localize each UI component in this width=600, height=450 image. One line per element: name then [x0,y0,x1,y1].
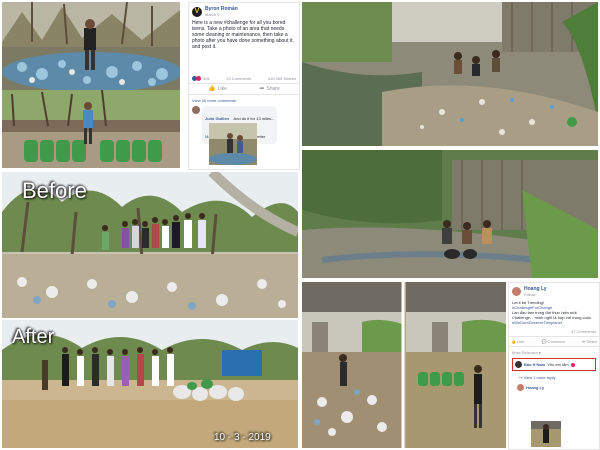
love-reaction-icon [570,362,575,367]
post-photo[interactable] [192,60,296,74]
reactions-count[interactable]: 306 [203,76,210,81]
view-replies-link[interactable]: ↪ View 1 more reply [509,373,599,382]
after-label: After [12,326,55,348]
comment-label: Comment [547,339,565,344]
comment-button[interactable]: 💬 Comment [541,339,564,344]
follow-link[interactable]: Follow [524,292,547,297]
avatar[interactable] [512,287,521,296]
highlighted-comment[interactable]: Bảo K'Nam Yêu em lắm [512,358,596,371]
facebook-post-byron: V Byron Román March 5 Here is a new #cha… [188,2,300,170]
post-body: Here is a new #challenge for all you bor… [192,20,294,50]
trash-field-photo [2,2,180,168]
commenter-name[interactable]: Julio Guillen [205,116,229,121]
share-label: Share [266,86,280,92]
bridge-cleanup-photo [302,282,506,448]
shares-count[interactable]: 310,469 Shares [268,76,296,81]
reply-author[interactable]: Hoang Ly [526,385,544,390]
after-photo-tile: After 10 - 3 - 2019 [2,320,298,448]
thumbs-up-icon: 👍 [511,339,516,344]
comment-photo[interactable] [209,123,257,165]
reply-avatar[interactable] [517,384,524,391]
comment-text: Yêu em lắm [547,362,569,367]
commenter-name[interactable]: Bảo K'Nam [524,362,545,367]
share-arrow-icon: ➦ [581,339,586,344]
post-timestamp[interactable]: March 5 [205,12,238,17]
top-right-photo [302,2,598,146]
post-body: Lần đầu làm trong đời thực hiện một Chal… [512,310,592,320]
commenter-avatar[interactable] [515,361,522,368]
like-button[interactable]: 👍 Like [208,86,227,92]
most-relevant-label: Most Relevant [512,350,538,355]
top-left-photos [2,2,180,168]
comment-text: And do it for 13 miles... [233,116,275,121]
avatar[interactable]: V [192,6,202,17]
date-stamp: 10 - 3 - 2019 [214,432,271,443]
share-button[interactable]: ➦ Share [582,339,597,344]
speech-bubble-icon: 💬 [541,339,547,344]
view-replies-label: View 1 more reply [523,375,556,380]
facebook-post-hoang: Hoang Ly Follow Let it be Trending! #Cha… [508,282,600,450]
under-bridge-photos [302,282,506,448]
like-label: Like [516,339,525,344]
share-button[interactable]: ➦ Share [259,86,279,92]
post-intro: Let it be Trending! [512,300,545,305]
like-label: Like [217,86,227,92]
most-relevant-dropdown[interactable]: Most Relevant ▾ [509,347,599,356]
chevron-down-icon: ▾ [538,350,541,355]
like-button[interactable]: 👍 Like [511,339,524,344]
share-arrow-icon: ➦ [259,86,265,92]
v-logo-icon: V [194,8,200,15]
thumbs-up-icon: 👍 [208,86,216,92]
before-label: Before [22,178,87,203]
comments-count[interactable]: 47 Comments [509,325,599,337]
reply-photo[interactable] [531,421,561,447]
before-photo-tile: Before [2,172,298,318]
river-clean-photo [302,150,598,278]
love-reaction-icon [196,76,201,81]
reply-arrow-icon: ↪ [519,375,523,380]
view-more-comments-link[interactable]: View 16 more comments [189,95,299,104]
comments-count[interactable]: 22 Comments [226,76,251,81]
middle-right-photo [302,150,598,278]
share-label: Share [586,339,597,344]
river-trash-photo [302,2,598,146]
commenter-avatar[interactable] [192,106,200,114]
